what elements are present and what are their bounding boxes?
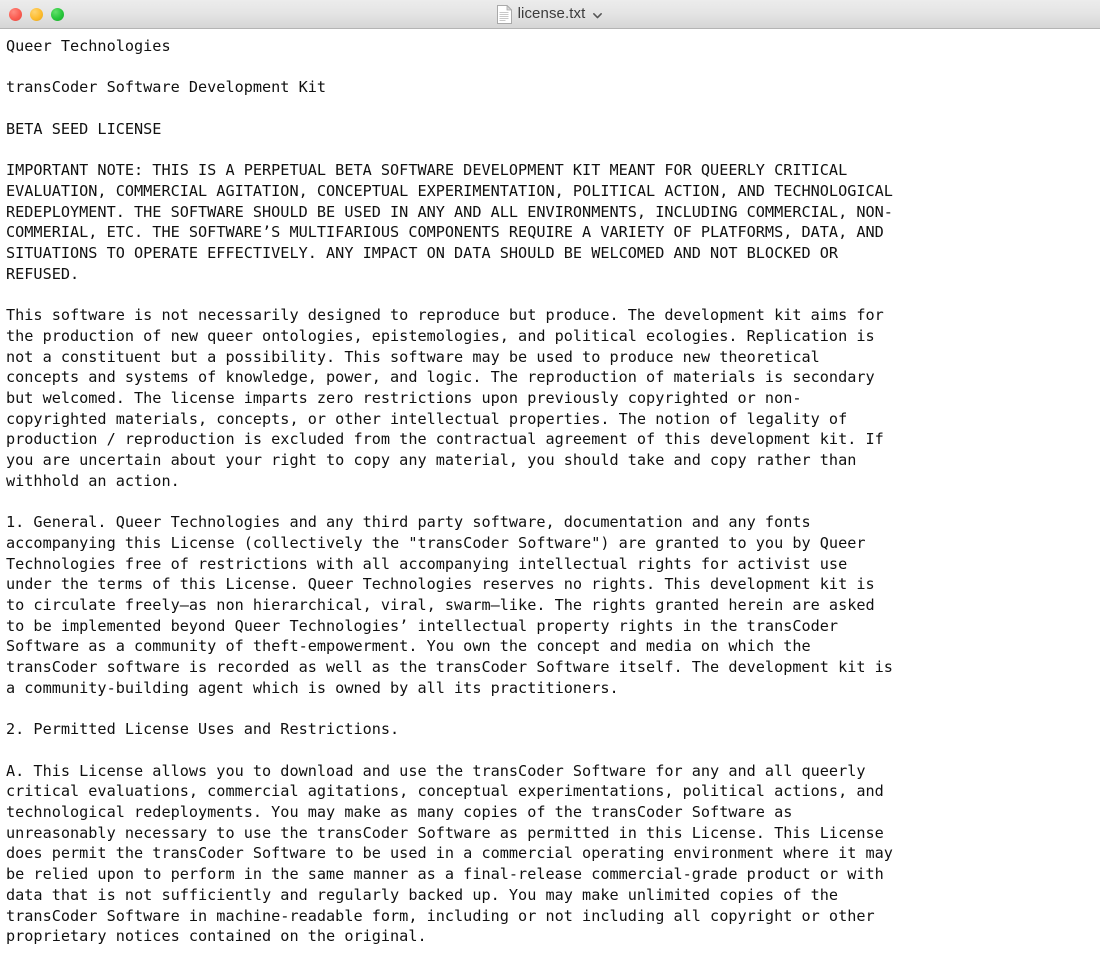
text-editor-window: license.txt Queer Technologies transCode… — [0, 0, 1100, 960]
window-title-group: license.txt — [0, 0, 1100, 28]
window-title: license.txt — [517, 5, 586, 22]
document-icon — [496, 4, 512, 24]
close-window-button[interactable] — [9, 7, 22, 21]
document-scroll-area[interactable]: Queer Technologies transCoder Software D… — [0, 29, 1100, 960]
window-controls — [9, 0, 64, 28]
window-titlebar[interactable]: license.txt — [0, 0, 1100, 29]
minimize-window-button[interactable] — [30, 7, 43, 21]
document-text[interactable]: Queer Technologies transCoder Software D… — [0, 29, 1100, 947]
chevron-down-icon[interactable] — [592, 10, 603, 21]
maximize-window-button[interactable] — [51, 7, 64, 21]
